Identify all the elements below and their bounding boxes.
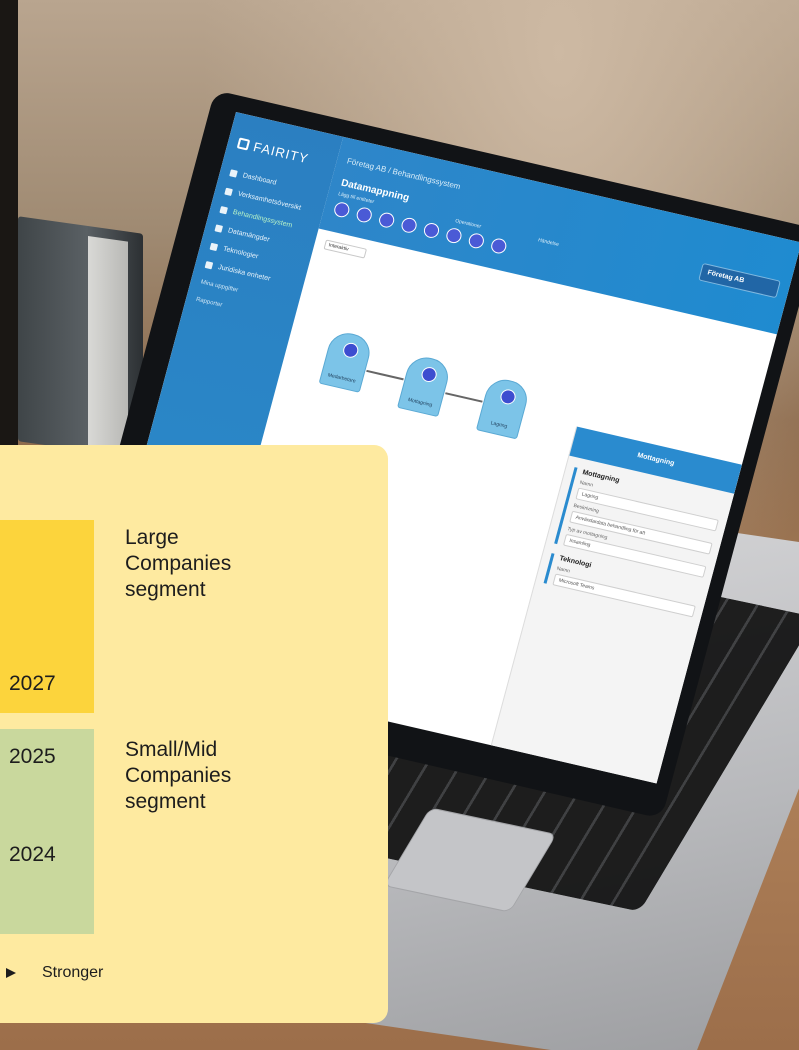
flow-icon	[219, 206, 228, 215]
segment-label-line: Companies	[125, 763, 232, 787]
node-label: Lagring	[490, 420, 508, 430]
year-label: 2025	[9, 745, 56, 768]
sidebar-item-label: Teknologier	[222, 245, 259, 261]
axis-label: Stronger	[42, 964, 104, 981]
transfer-icon[interactable]	[467, 231, 486, 250]
dark-edge	[0, 0, 18, 460]
entity-icon[interactable]	[354, 206, 374, 224]
large-segment-block: 2027	[0, 520, 94, 713]
flow-node-reception[interactable]: Mottagning	[396, 353, 453, 418]
small-segment-block: 2025 2024	[0, 729, 94, 934]
brand-name: FAIRITY	[251, 139, 311, 167]
arrow-right-icon	[6, 968, 16, 978]
node-label: Medarbetare	[327, 372, 357, 385]
delete-icon[interactable]	[489, 237, 509, 255]
dashboard-icon	[229, 169, 238, 178]
flow-node-employee[interactable]: Medarbetare	[318, 329, 375, 393]
small-segment-label: Small/Mid Companies segment	[125, 737, 325, 814]
year-label: 2024	[9, 843, 56, 866]
segment-label-line: segment	[125, 789, 206, 813]
canvas-mode-select[interactable]: Interaktiv	[323, 239, 368, 259]
segment-label-line: Companies	[125, 551, 232, 575]
storage-icon[interactable]	[444, 226, 464, 245]
large-segment-label: Large Companies segment	[125, 525, 325, 602]
book-stack	[18, 216, 143, 459]
entity-icon[interactable]	[332, 200, 352, 219]
entity-icon[interactable]	[399, 216, 419, 235]
segment-label-line: Small/Mid	[125, 738, 218, 761]
cloud-icon[interactable]	[422, 221, 441, 240]
gear-icon	[209, 242, 219, 252]
entity-icon[interactable]	[377, 211, 396, 230]
segment-card: 2027 Large Companies segment 2025 2024 S…	[0, 445, 388, 1023]
segment-label-line: segment	[125, 577, 206, 601]
strength-axis: Stronger	[0, 964, 103, 982]
database-icon	[214, 224, 224, 233]
year-label: 2027	[9, 672, 56, 695]
company-select[interactable]: Företag AB	[698, 262, 781, 299]
segment-label-line: Large	[125, 526, 179, 549]
building-icon	[224, 187, 233, 196]
flow-edge	[366, 369, 404, 381]
toolbar-label-event: Händelse	[537, 237, 560, 248]
flow-node-storage[interactable]: Lagring	[475, 375, 532, 440]
node-label: Mottagning	[407, 397, 433, 409]
swap-icon	[204, 261, 214, 270]
logo-icon	[236, 137, 251, 151]
flow-edge	[445, 392, 483, 403]
sidebar-item-label: Dashboard	[241, 172, 278, 187]
